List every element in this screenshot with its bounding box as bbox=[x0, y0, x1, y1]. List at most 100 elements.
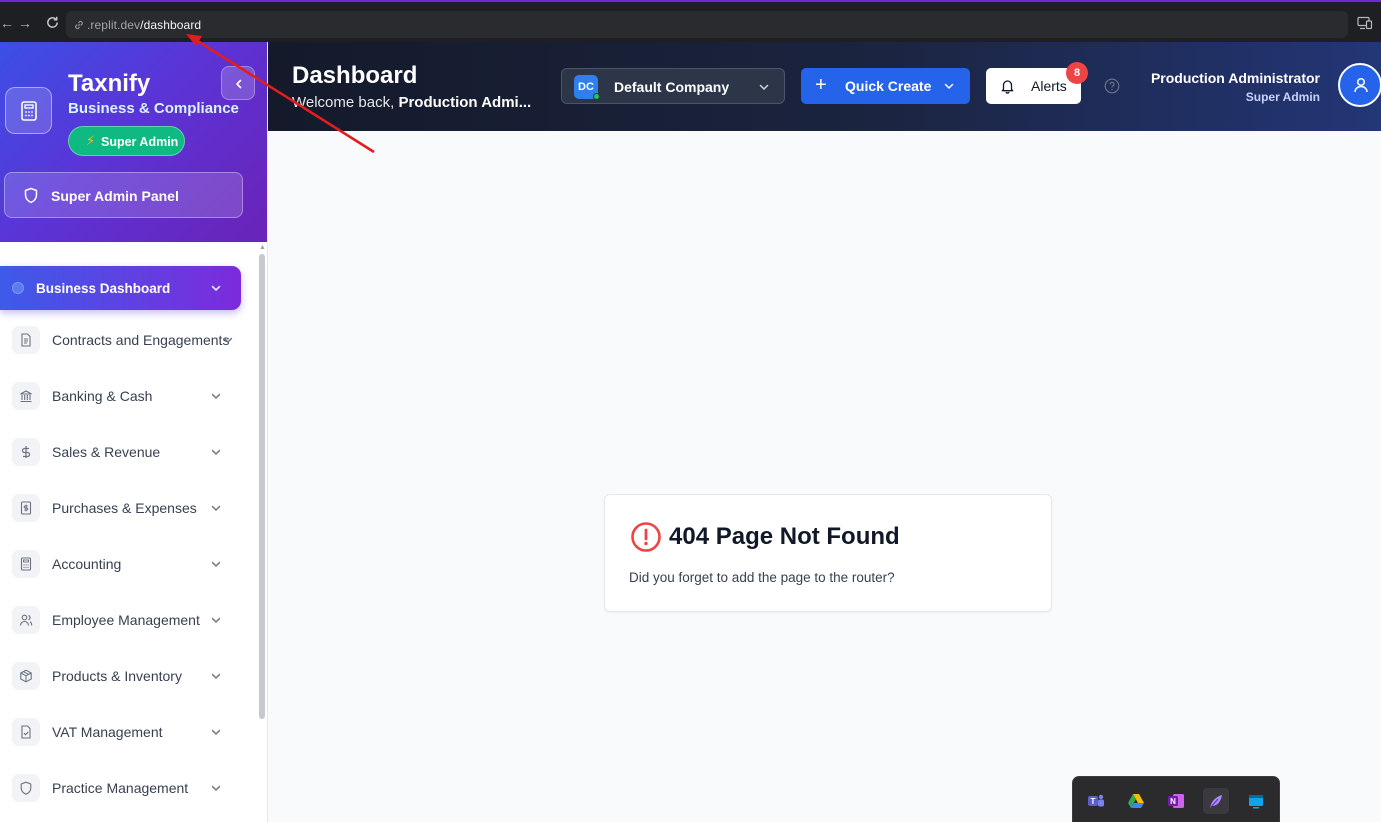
forward-icon[interactable]: → bbox=[18, 16, 32, 30]
plus-icon: + bbox=[815, 74, 827, 96]
chevron-down-icon bbox=[211, 673, 221, 679]
sidebar-item-label: Sales & Revenue bbox=[52, 444, 161, 460]
quick-create-button[interactable]: + Quick Create bbox=[801, 68, 970, 104]
sidebar-item-business-dashboard[interactable]: Business Dashboard bbox=[0, 266, 241, 310]
sidebar-item-label: VAT Management bbox=[52, 724, 163, 740]
chevron-down-icon bbox=[211, 729, 221, 735]
browser-toolbar: ← → .replit.dev/dashboard bbox=[0, 0, 1381, 42]
app-logo[interactable] bbox=[5, 87, 52, 134]
sidebar-item-banking[interactable]: Banking & Cash bbox=[0, 376, 250, 416]
sidebar-item-purchases[interactable]: Purchases & Expenses bbox=[0, 488, 250, 528]
link-icon bbox=[73, 18, 85, 36]
company-selector[interactable]: DC Default Company bbox=[561, 68, 785, 104]
bell-icon bbox=[1001, 80, 1014, 94]
alerts-label: Alerts bbox=[1031, 78, 1067, 94]
google-drive-icon[interactable] bbox=[1123, 788, 1149, 814]
sidebar-item-sales[interactable]: Sales & Revenue bbox=[0, 432, 250, 472]
feather-app-icon[interactable] bbox=[1203, 788, 1229, 814]
sidebar: Taxnify Business & Compliance ⚡ Super Ad… bbox=[0, 42, 268, 822]
chevron-down-icon bbox=[211, 785, 221, 791]
collapse-sidebar-button[interactable] bbox=[221, 66, 255, 100]
bank-icon bbox=[12, 382, 40, 410]
welcome-user-name: Production Admi... bbox=[398, 94, 532, 111]
url-path: /dashboard bbox=[140, 18, 202, 32]
sidebar-item-label: Products & Inventory bbox=[52, 668, 182, 684]
svg-text:T: T bbox=[1091, 797, 1096, 806]
svg-text:N: N bbox=[1170, 797, 1176, 806]
sidebar-scrollbar[interactable] bbox=[259, 254, 265, 719]
sidebar-item-label: Purchases & Expenses bbox=[52, 500, 197, 516]
document-icon bbox=[12, 326, 40, 354]
company-name: Default Company bbox=[614, 79, 730, 95]
sidebar-item-vat[interactable]: VAT Management bbox=[0, 712, 250, 752]
teams-icon[interactable]: T bbox=[1083, 788, 1109, 814]
user-role: Super Admin bbox=[1245, 90, 1320, 104]
not-found-card: 404 Page Not Found Did you forget to add… bbox=[604, 494, 1052, 612]
chevron-down-icon bbox=[211, 449, 221, 455]
super-admin-badge: ⚡ Super Admin bbox=[68, 126, 185, 156]
sidebar-item-products[interactable]: Products & Inventory bbox=[0, 656, 250, 696]
welcome-prefix: Welcome back, bbox=[292, 94, 399, 111]
address-bar[interactable]: .replit.dev/dashboard bbox=[66, 11, 1348, 38]
sidebar-item-practice[interactable]: Practice Management bbox=[0, 768, 250, 808]
sidebar-item-contracts[interactable]: Contracts and Engagements bbox=[0, 320, 250, 360]
dollar-icon bbox=[12, 438, 40, 466]
system-tray-overflow: T N bbox=[1072, 776, 1280, 822]
error-title: 404 Page Not Found bbox=[669, 523, 900, 550]
chevron-down-icon bbox=[223, 337, 233, 343]
chevron-down-icon bbox=[211, 505, 221, 511]
chevron-down-icon bbox=[759, 84, 769, 91]
sidebar-header: Taxnify Business & Compliance ⚡ Super Ad… bbox=[0, 42, 267, 242]
alert-circle-icon bbox=[631, 522, 661, 552]
chevron-down-icon bbox=[211, 285, 221, 291]
error-message: Did you forget to add the page to the ro… bbox=[629, 570, 895, 585]
lightning-icon: ⚡ bbox=[86, 133, 96, 148]
app-window-icon[interactable] bbox=[1243, 788, 1269, 814]
sidebar-item-label: Banking & Cash bbox=[52, 388, 153, 404]
chevron-down-icon bbox=[211, 561, 221, 567]
device-icon[interactable] bbox=[1357, 16, 1373, 35]
page-title: Dashboard bbox=[292, 62, 418, 89]
sidebar-item-label: Business Dashboard bbox=[36, 281, 171, 296]
top-header: Dashboard Welcome back, Production Admi.… bbox=[268, 42, 1381, 131]
brand-title: Taxnify bbox=[68, 70, 151, 97]
back-icon[interactable]: ← bbox=[0, 16, 14, 30]
sidebar-item-label: Contracts and Engagements bbox=[52, 332, 230, 348]
help-icon[interactable] bbox=[1104, 78, 1120, 99]
user-icon bbox=[1354, 77, 1368, 93]
user-name: Production Administrator bbox=[1150, 70, 1320, 86]
chevron-down-icon bbox=[944, 83, 954, 90]
onenote-icon[interactable]: N bbox=[1163, 788, 1189, 814]
brand-subtitle: Business & Compliance bbox=[68, 100, 239, 117]
file-check-icon bbox=[12, 718, 40, 746]
role-badge-label: Super Admin bbox=[101, 135, 179, 149]
sidebar-item-label: Practice Management bbox=[52, 780, 189, 796]
url-host: .replit.dev bbox=[87, 18, 141, 32]
chevron-left-icon bbox=[236, 79, 242, 89]
admin-panel-label: Super Admin Panel bbox=[51, 188, 179, 204]
sidebar-nav: ▲ Business Dashboard Contracts and Engag… bbox=[0, 242, 267, 822]
calculator-icon bbox=[12, 550, 40, 578]
calculator-icon bbox=[21, 101, 37, 121]
online-status-dot bbox=[593, 93, 600, 100]
sidebar-item-label: Accounting bbox=[52, 556, 122, 572]
package-icon bbox=[12, 662, 40, 690]
chevron-down-icon bbox=[211, 393, 221, 399]
sidebar-item-employees[interactable]: Employee Management bbox=[0, 600, 250, 640]
quick-create-label: Quick Create bbox=[845, 78, 932, 94]
shield-icon bbox=[24, 187, 38, 204]
users-icon bbox=[12, 606, 40, 634]
user-avatar[interactable] bbox=[1338, 63, 1381, 107]
receipt-icon bbox=[12, 494, 40, 522]
url-text: .replit.dev/dashboard bbox=[87, 18, 201, 32]
shield-icon bbox=[12, 774, 40, 802]
main-content: 404 Page Not Found Did you forget to add… bbox=[268, 131, 1381, 822]
sidebar-item-accounting[interactable]: Accounting bbox=[0, 544, 250, 584]
reload-icon[interactable] bbox=[45, 15, 60, 32]
scroll-up-arrow[interactable]: ▲ bbox=[259, 244, 266, 251]
alerts-count-badge: 8 bbox=[1066, 62, 1088, 84]
chevron-down-icon bbox=[211, 617, 221, 623]
sidebar-item-label: Employee Management bbox=[52, 612, 200, 628]
super-admin-panel-button[interactable]: Super Admin Panel bbox=[4, 172, 243, 218]
active-dot-icon bbox=[12, 282, 24, 294]
